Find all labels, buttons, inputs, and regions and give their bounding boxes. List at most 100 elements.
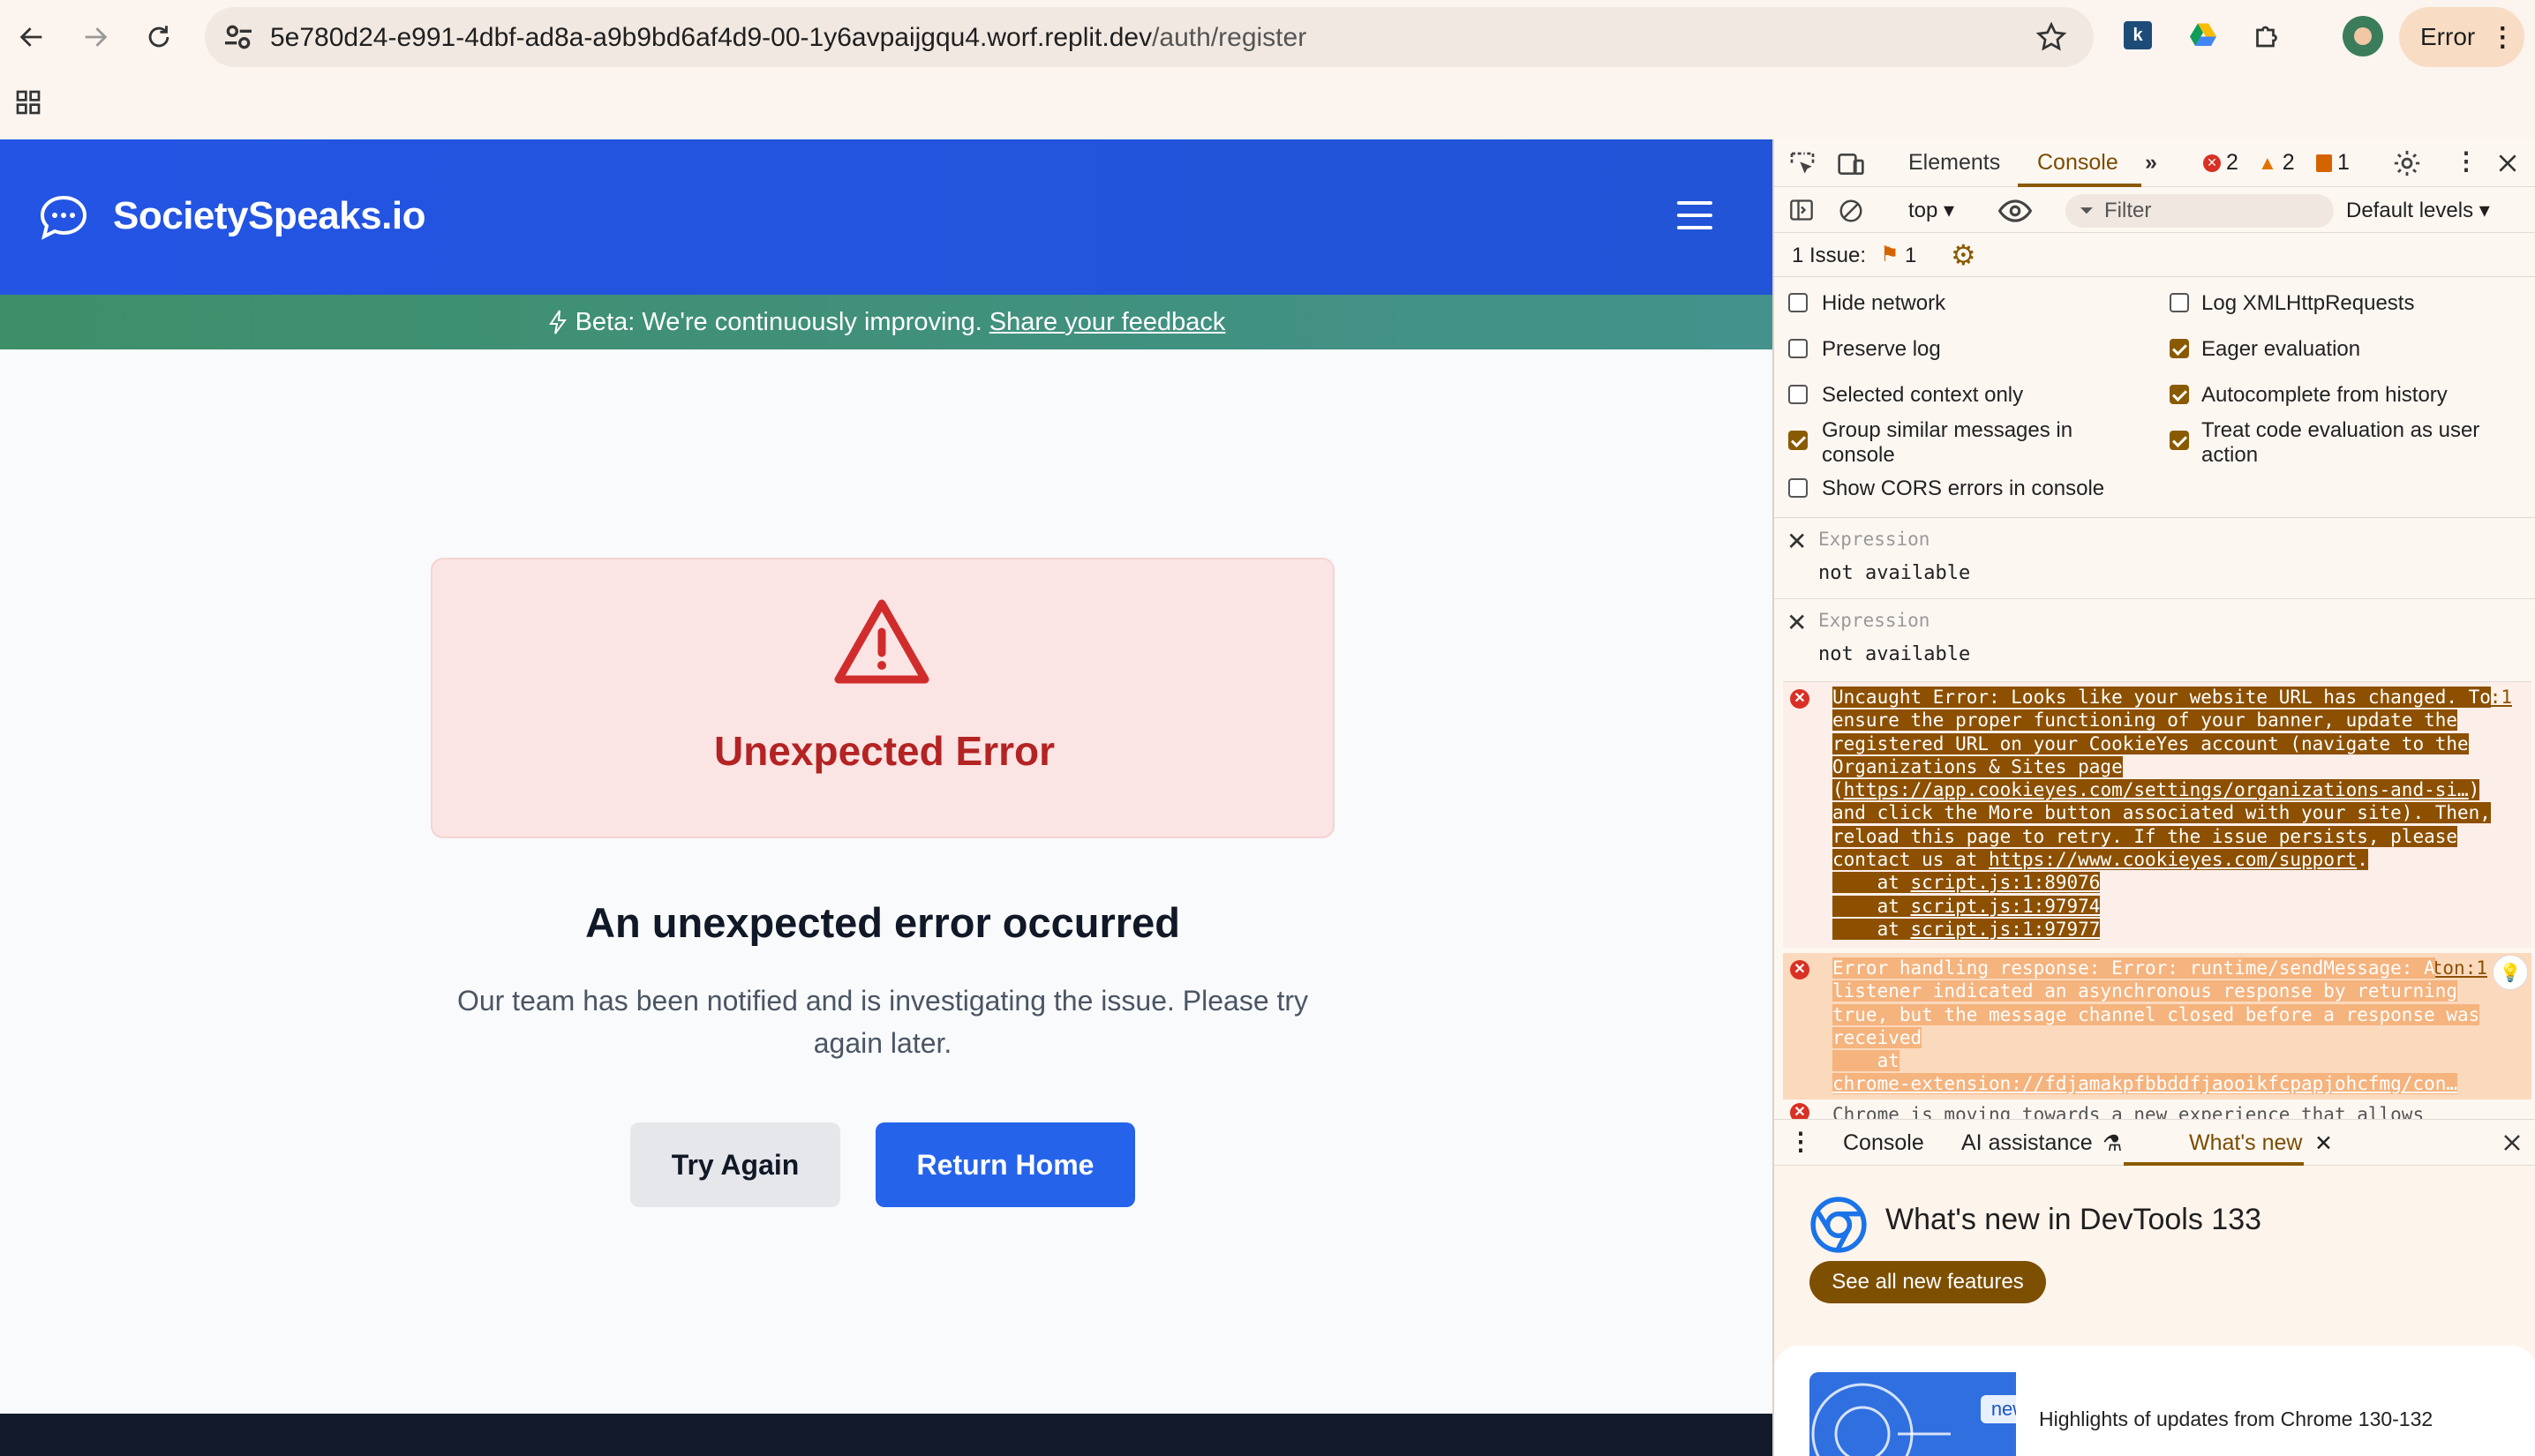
error-message-text: Uncaught Error: Looks like your website … <box>1832 687 2491 940</box>
expression-value: not available <box>1818 562 1971 584</box>
error-circle-icon: ✕ <box>2203 154 2221 172</box>
cookieyes-settings-link[interactable]: https://app.cookieyes.com/settings/organ… <box>1844 779 2469 800</box>
devtools-drawer: ⋮ Console AI assistance ⚗ What's new ✕ W… <box>1774 1119 2535 1456</box>
cookieyes-support-link[interactable]: https://www.cookieyes.com/support <box>1989 849 2357 870</box>
issue-flag-small-icon[interactable]: ⚑ <box>1880 242 1899 267</box>
issues-bar-count[interactable]: 1 <box>1905 244 1916 268</box>
error-count[interactable]: ✕ 2 <box>2203 150 2238 176</box>
drawer-menu-icon[interactable]: ⋮ <box>1788 1127 1813 1156</box>
group-similar-checkbox[interactable] <box>1788 431 1808 450</box>
drawer-tab-whats-new[interactable]: What's new <box>2189 1130 2302 1156</box>
stack-frame-link[interactable]: script.js:1:97977 <box>1911 919 2101 940</box>
feedback-link[interactable]: Share your feedback <box>989 308 1226 337</box>
error-card-title: Unexpected Error <box>713 728 1055 774</box>
issues-bar: 1 Issue: ⚑ 1 ⚙ <box>1774 233 2535 277</box>
chat-bubble-logo-icon[interactable] <box>39 194 88 240</box>
partial-message-text: Chrome is moving towards a new experienc… <box>1832 1104 2425 1119</box>
show-cors-checkbox[interactable] <box>1788 478 1808 498</box>
issues-settings-gear-icon[interactable]: ⚙ <box>1951 238 1976 272</box>
reload-button[interactable] <box>138 16 180 58</box>
more-tabs-icon[interactable]: » <box>2145 150 2157 176</box>
active-drawer-tab-indicator <box>2124 1162 2304 1166</box>
error-count-value: 2 <box>2226 150 2238 175</box>
error-heading: An unexpected error occurred <box>585 899 1180 946</box>
close-whats-new-icon[interactable]: ✕ <box>2314 1130 2333 1157</box>
autocomplete-history-checkbox[interactable] <box>2170 385 2189 404</box>
treat-code-evaluation-checkbox[interactable] <box>2170 431 2189 450</box>
hide-network-checkbox[interactable] <box>1788 293 1808 312</box>
site-brand[interactable]: SocietySpeaks.io <box>113 194 425 238</box>
live-expression[interactable]: ✕ Expression not available <box>1774 598 2535 679</box>
url-path: /auth/register <box>1152 23 1307 52</box>
expression-label: Expression <box>1818 610 1930 631</box>
context-value: top <box>1908 199 1938 222</box>
warning-count[interactable]: ▲ 2 <box>2258 150 2295 176</box>
inspect-element-icon[interactable] <box>1788 150 1817 178</box>
device-toolbar-icon[interactable] <box>1836 150 1866 178</box>
stack-frame-link[interactable]: script.js:1:89076 <box>1911 872 2101 893</box>
sidebar-toggle-icon[interactable] <box>1788 198 1815 222</box>
clear-console-icon[interactable] <box>1838 198 1864 224</box>
chrome-devtools-logo-icon <box>1810 1197 1867 1253</box>
console-error-message: ✕ button:1 💡 Error handling response: Er… <box>1783 953 2531 1100</box>
return-home-button[interactable]: Return Home <box>876 1122 1135 1207</box>
site-settings-icon[interactable] <box>221 19 256 55</box>
address-bar[interactable]: 5e780d24-e991-4dbf-ad8a-a9b9bd6af4d9-00-… <box>205 7 2094 67</box>
filter-funnel-icon: ⏷ <box>2080 200 2094 221</box>
error-circle-icon: ✕ <box>1790 689 1809 709</box>
highlights-text: Highlights of updates from Chrome 130-13… <box>2039 1407 2433 1430</box>
flask-icon: ⚗ <box>2102 1131 2123 1156</box>
console-partial-message: ✕ Chrome is moving towards a new experie… <box>1783 1103 2531 1119</box>
close-devtools-icon[interactable] <box>2496 152 2519 175</box>
try-again-button[interactable]: Try Again <box>630 1122 840 1207</box>
drawer-tab-ai-assistance[interactable]: AI assistance <box>1961 1130 2093 1156</box>
reload-icon <box>148 26 169 48</box>
selected-context-checkbox[interactable] <box>1788 385 1808 404</box>
drawer-tab-console[interactable]: Console <box>1843 1130 1924 1156</box>
error-description: Our team has been notified and is invest… <box>456 985 1309 1059</box>
whats-new-title: What's new in DevTools 133 <box>1885 1203 2262 1236</box>
tab-console[interactable]: Console <box>2037 150 2118 176</box>
see-all-features-button[interactable]: See all new features <box>1809 1261 2046 1303</box>
new-badge: new <box>1981 1395 2016 1423</box>
extension-source-link[interactable]: chrome-extension://fdjamakpfbbddfjaooikf… <box>1832 1073 2457 1094</box>
preserve-log-checkbox[interactable] <box>1788 339 1808 358</box>
warning-triangle-small-icon: ▲ <box>2258 151 2277 174</box>
extension-1-icon[interactable]: k <box>2120 18 2155 53</box>
lightning-icon <box>548 310 567 334</box>
highlights-card[interactable]: new Highlights of updates from Chrome 13… <box>1774 1346 2535 1456</box>
devtools-panel: Elements Console » ✕ 2 ▲ 2 1 ⋮ top ▾ ⏷ Filt… <box>1772 139 2535 1456</box>
apps-grid-icon[interactable] <box>14 88 42 116</box>
console-filter-input[interactable]: ⏷ Filter <box>2065 194 2334 228</box>
hamburger-menu-icon[interactable] <box>1677 201 1712 231</box>
stack-frame-link[interactable]: script.js:1:97974 <box>1911 896 2101 917</box>
forward-button[interactable] <box>74 16 117 58</box>
back-button[interactable] <box>11 16 53 58</box>
context-select[interactable]: top ▾ <box>1908 198 1954 223</box>
expression-label: Expression <box>1818 529 1930 550</box>
log-levels-select[interactable]: Default levels ▾ <box>2346 198 2490 223</box>
message-text-part: Error handling response: Error: runtime/… <box>1832 957 2480 1048</box>
extensions-puzzle-icon[interactable] <box>2249 18 2284 53</box>
issue-count[interactable]: 1 <box>2316 150 2350 176</box>
bookmark-star-icon[interactable] <box>2035 21 2067 53</box>
profile-avatar[interactable] <box>2343 16 2383 56</box>
log-xhr-checkbox[interactable] <box>2170 293 2189 312</box>
forward-arrow-icon <box>85 27 108 47</box>
devtools-menu-icon[interactable]: ⋮ <box>2454 146 2479 176</box>
log-xhr-label: Log XMLHttpRequests <box>2201 291 2415 315</box>
tab-elements[interactable]: Elements <box>1908 150 2000 176</box>
settings-gear-icon[interactable] <box>2392 148 2422 178</box>
eager-evaluation-checkbox[interactable] <box>2170 339 2189 358</box>
live-expression[interactable]: ✕ Expression not available <box>1774 517 2535 598</box>
autocomplete-history-label: Autocomplete from history <box>2201 383 2448 407</box>
close-drawer-icon[interactable] <box>2501 1132 2523 1153</box>
hide-network-label: Hide network <box>1822 291 1946 315</box>
google-drive-icon[interactable] <box>2185 18 2221 53</box>
expression-value: not available <box>1818 643 1971 665</box>
profile-error-pill[interactable]: Error ⋮ <box>2399 7 2524 67</box>
live-expression-eye-icon[interactable] <box>1998 198 2032 224</box>
issue-count-value: 1 <box>2337 150 2350 175</box>
remove-expression-icon[interactable]: ✕ <box>1787 608 1807 637</box>
remove-expression-icon[interactable]: ✕ <box>1787 527 1807 556</box>
